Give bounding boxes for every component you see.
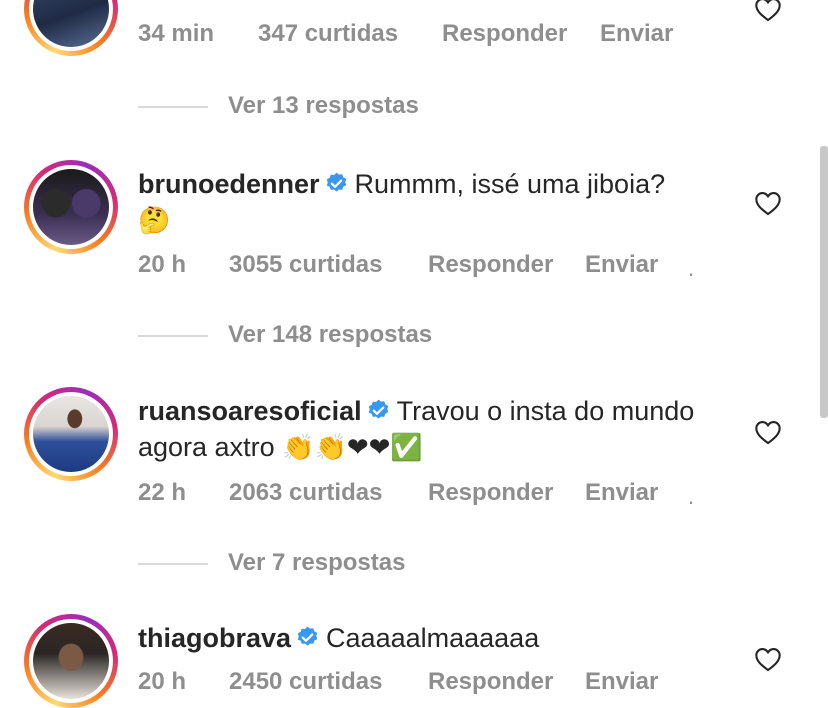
heart-icon[interactable] [754,419,782,445]
username[interactable]: thiagobrava [138,623,291,653]
heart-icon[interactable] [754,0,782,22]
comment-body: brunoedenner Rummm, issé uma jiboia? 🤔 [138,166,738,239]
replies-divider [138,563,208,565]
likes-count[interactable]: 347 curtidas [258,20,398,48]
verified-badge-icon [297,626,318,646]
likes-count[interactable]: 2450 curtidas [229,668,382,696]
more-options-dot[interactable]: . [688,256,694,282]
avatar[interactable] [24,387,118,481]
reply-button[interactable]: Responder [428,668,553,696]
username[interactable]: brunoedenner [138,169,320,199]
reply-button[interactable]: Responder [428,251,553,279]
comment-body: ruansoaresoficial Travou o insta do mundo… [138,393,738,466]
comment-text: Caaaaalmaaaaaa [326,623,540,653]
send-button[interactable]: Enviar [585,479,658,507]
comment-text: Rummm, issé uma jiboia? [354,169,666,199]
likes-count[interactable]: 2063 curtidas [229,479,382,507]
heart-icon[interactable] [754,646,782,672]
likes-count[interactable]: 3055 curtidas [229,251,382,279]
avatar[interactable] [24,160,118,254]
send-button[interactable]: Enviar [585,668,658,696]
reply-button[interactable]: Responder [442,20,567,48]
comment-time: 20 h [138,251,187,278]
replies-divider [138,335,208,337]
avatar[interactable] [24,614,118,708]
comment-time: 34 min [138,20,215,47]
more-options-dot[interactable]: . [688,484,694,510]
reply-button[interactable]: Responder [428,479,553,507]
heart-icon[interactable] [754,190,782,216]
avatar-photo [33,396,109,472]
replies-divider [138,106,208,108]
avatar-photo [33,169,109,245]
avatar-photo [33,623,109,699]
emoji: 🤔 [138,206,171,236]
avatar-photo [33,0,109,47]
emoji: 👏👏❤❤✅ [282,433,423,463]
comment-body: thiagobrava Caaaaalmaaaaaa [138,620,738,656]
send-button[interactable]: Enviar [585,251,658,279]
scrollbar[interactable] [820,146,828,418]
avatar[interactable] [24,0,118,56]
verified-badge-icon [326,172,346,192]
verified-badge-icon [368,399,388,419]
username[interactable]: ruansoaresoficial [138,396,362,426]
comment-time: 20 h [138,668,187,695]
send-button[interactable]: Enviar [600,20,673,48]
comment-time: 22 h [138,479,187,506]
